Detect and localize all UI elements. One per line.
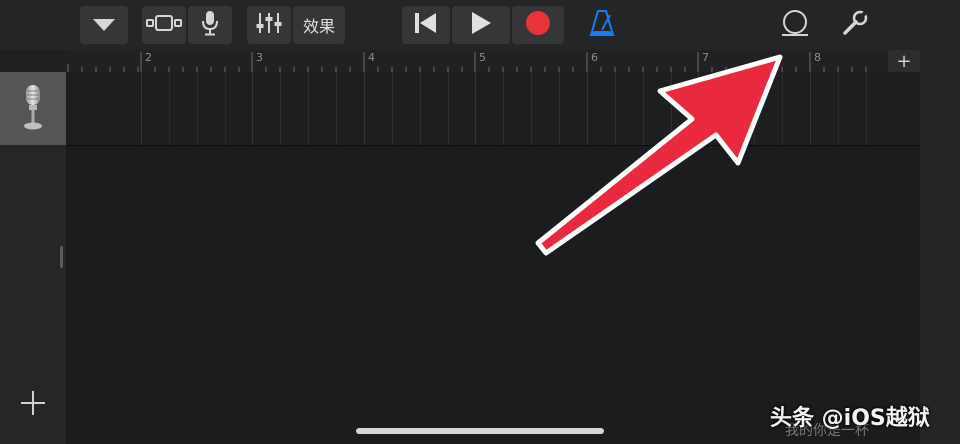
bar-label: 3 — [256, 51, 263, 64]
microphone-icon — [22, 83, 44, 135]
transport-group — [402, 6, 564, 44]
triangle-down-icon — [93, 16, 115, 35]
play-icon — [470, 11, 492, 39]
plus-icon — [20, 390, 46, 420]
view-group — [142, 6, 232, 44]
mix-group: 效果 — [247, 6, 346, 44]
track-header-audio[interactable] — [0, 72, 66, 145]
add-song-section-button[interactable]: + — [888, 50, 920, 72]
instrument-button[interactable] — [188, 6, 232, 44]
mixer-button[interactable] — [247, 6, 291, 44]
home-indicator[interactable] — [356, 428, 604, 434]
tracks-view-button[interactable] — [142, 6, 186, 44]
sliders-icon — [255, 11, 283, 39]
bar-label: 2 — [145, 51, 152, 64]
go-to-beginning-button[interactable] — [402, 6, 450, 44]
effects-button[interactable]: 效果 — [293, 6, 346, 44]
microphone-icon — [200, 10, 220, 40]
record-icon — [525, 10, 551, 40]
annotation-arrow — [535, 54, 783, 256]
control-bar: 效果 — [0, 0, 960, 50]
add-track-button[interactable] — [18, 390, 48, 420]
browser-group — [80, 6, 128, 44]
bar-label: 5 — [479, 51, 486, 64]
track-menu-button[interactable] — [80, 6, 128, 44]
wrench-icon — [841, 9, 869, 41]
bar-label: 4 — [368, 51, 375, 64]
metronome-button[interactable] — [587, 10, 617, 40]
settings-button[interactable] — [840, 10, 870, 40]
play-button[interactable] — [452, 6, 510, 44]
track-header-resize-handle[interactable] — [60, 246, 63, 268]
loop-icon — [780, 9, 810, 41]
watermark: 头条 @iOS越狱 — [770, 406, 930, 431]
loop-browser-button[interactable] — [780, 10, 810, 40]
tracks-view-icon — [144, 13, 184, 37]
metronome-icon — [589, 9, 615, 41]
record-button[interactable] — [512, 6, 564, 44]
right-margin — [920, 50, 960, 444]
skip-back-icon — [414, 12, 438, 38]
